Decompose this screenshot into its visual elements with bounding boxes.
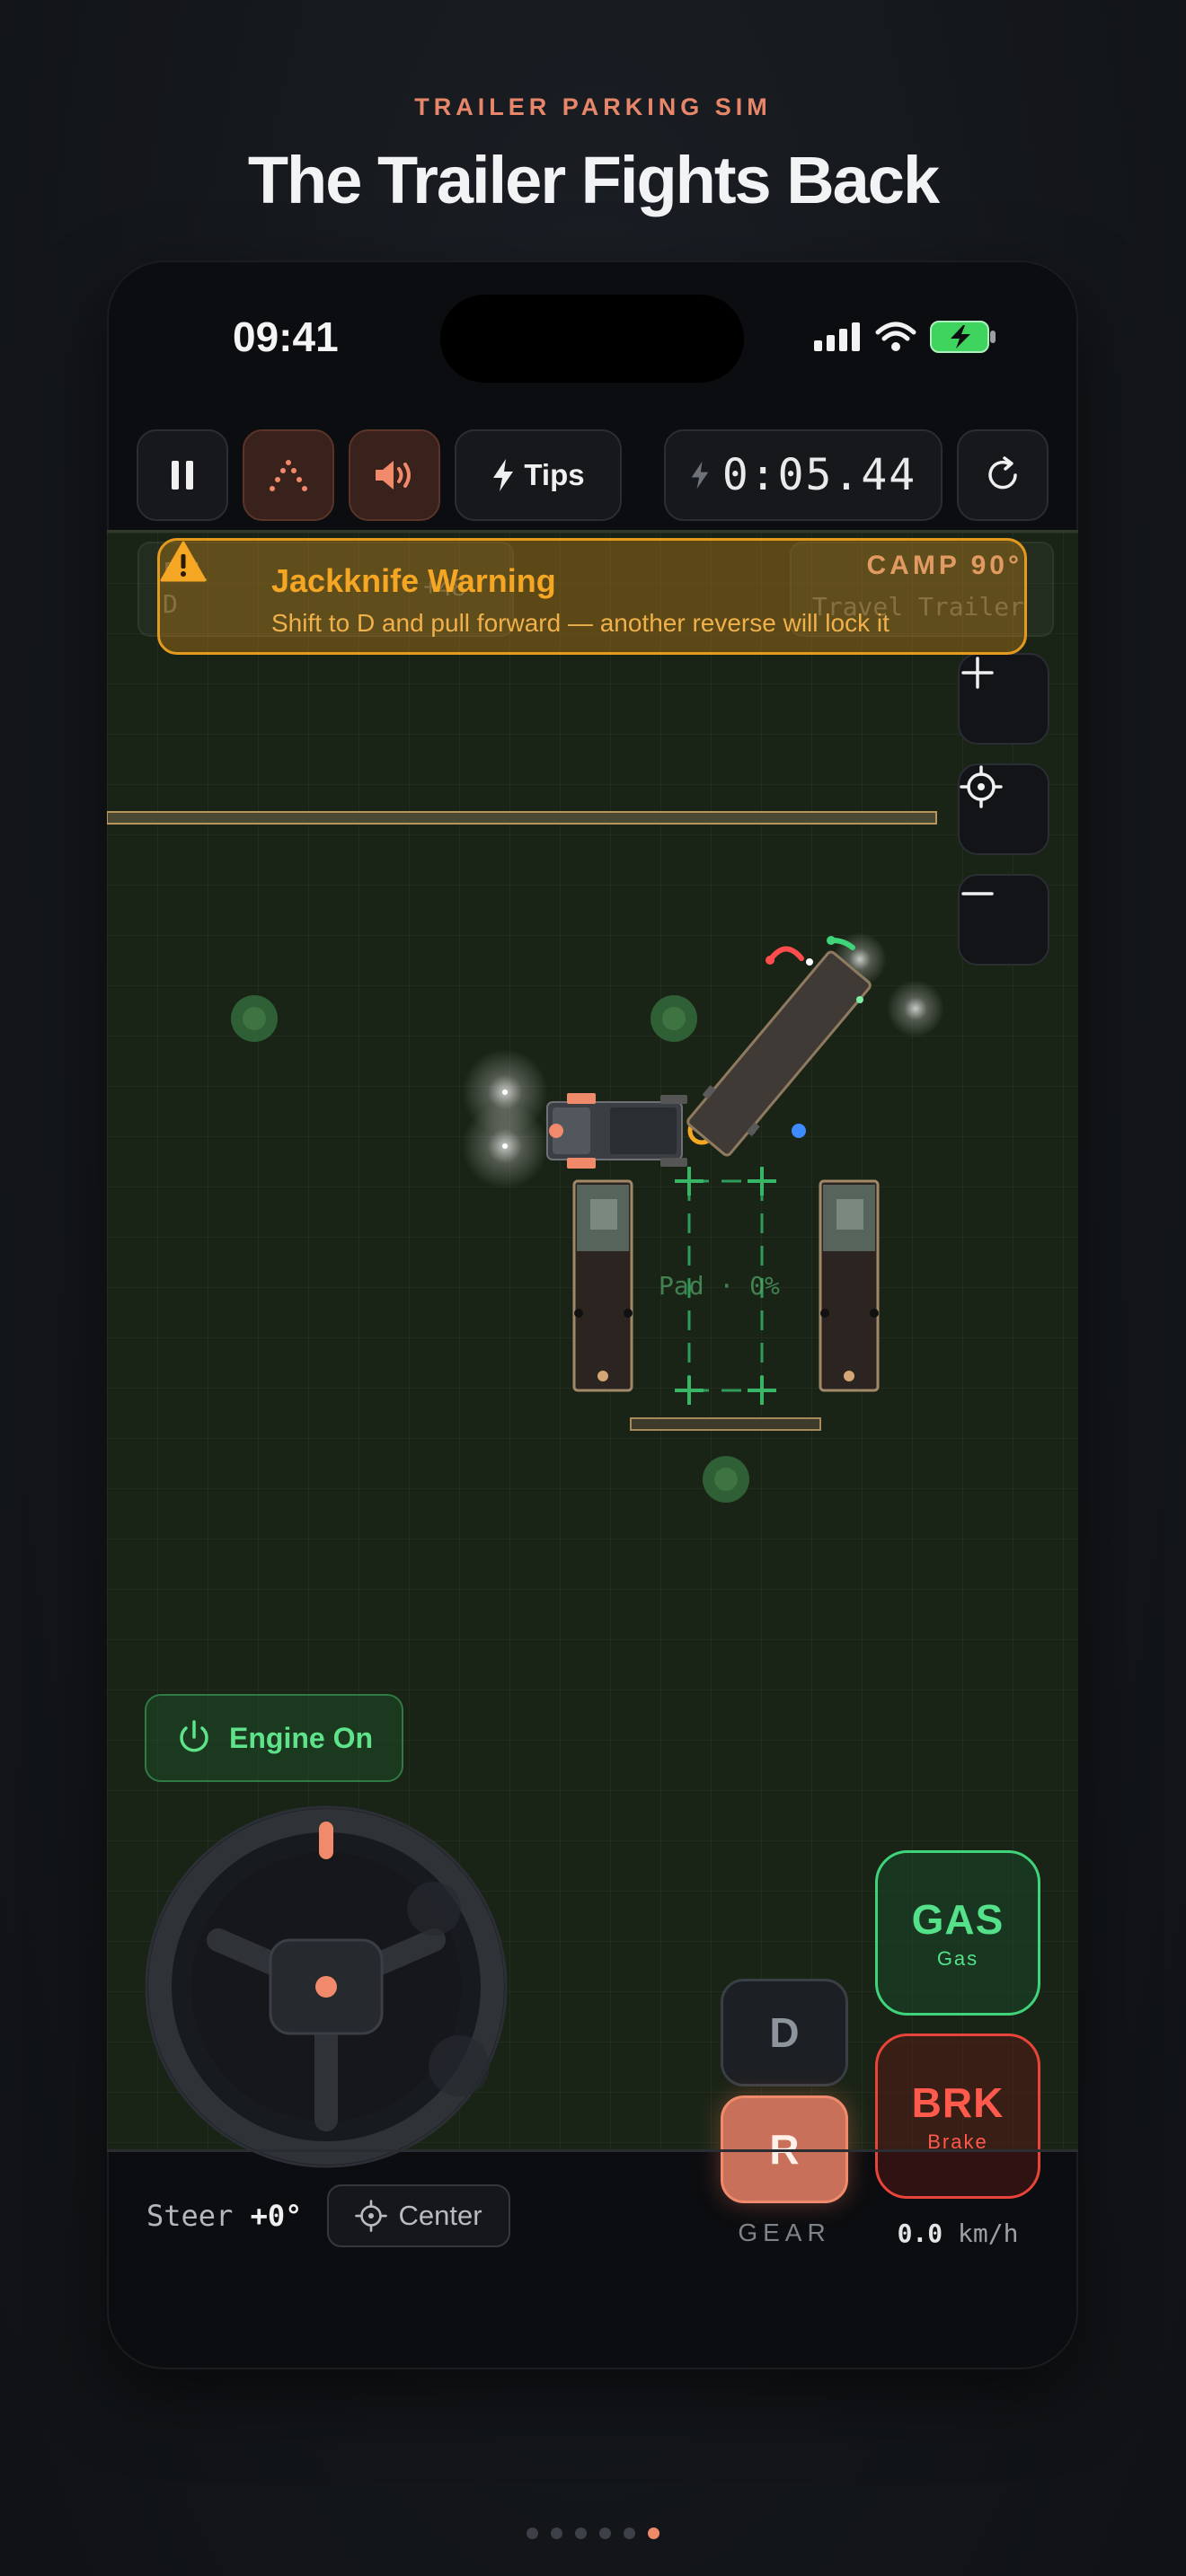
parked-trailer-right [819, 1179, 880, 1392]
crosshair-icon [960, 765, 1003, 808]
warning-title: Jackknife Warning [271, 562, 556, 599]
zoom-out-button[interactable] [958, 874, 1049, 966]
lightning-icon [691, 461, 709, 490]
steer-label: Steer [146, 2199, 234, 2233]
cones-toggle-button[interactable] [243, 429, 334, 521]
wifi-icon [875, 322, 916, 351]
pad-label: Pad · 0% [659, 1271, 780, 1301]
speed-unit: km/h [958, 2219, 1019, 2248]
gear-label: GEAR [738, 2219, 831, 2246]
gas-sublabel: Gas [936, 1947, 979, 1970]
steering-wheel-graphic [145, 1805, 508, 2168]
page-dot[interactable] [527, 2527, 538, 2539]
restart-icon [988, 456, 1017, 490]
recenter-button[interactable] [958, 763, 1049, 855]
wall-barrier [107, 811, 937, 825]
gas-pedal-button[interactable]: GAS Gas [875, 1850, 1040, 2016]
page-headline: The Trailer Fights Back [247, 143, 940, 217]
brake-label: BRK [911, 2079, 1005, 2126]
status-time: 09:41 [233, 313, 339, 360]
tips-button[interactable]: Tips [455, 429, 622, 521]
brake-pedal-button[interactable]: BRK Brake [875, 2033, 1040, 2199]
center-steering-button[interactable]: Center [327, 2184, 510, 2247]
minus-icon [961, 892, 994, 895]
gas-label: GAS [911, 1896, 1005, 1943]
crosshair-icon [355, 2200, 388, 2232]
warning-message: Shift to D and pull forward — another re… [271, 609, 890, 637]
signal-icon [814, 322, 860, 351]
controls-divider [107, 2149, 1078, 2152]
timer-value: 0:05.44 [721, 450, 917, 500]
page-dot[interactable] [599, 2527, 611, 2539]
cones-icon [270, 460, 307, 491]
phone-frame: 09:41 Tips 0:05.44 Pad · 0% D +48 Travel… [107, 260, 1078, 2369]
steer-readout: Steer +0° [146, 2199, 302, 2233]
timer-display: 0:05.44 [664, 429, 943, 521]
battery-charging-icon [930, 321, 996, 353]
curb [630, 1417, 821, 1431]
speed-value: 0.0 [897, 2219, 943, 2248]
pause-icon [172, 461, 193, 490]
page-dot[interactable] [575, 2527, 587, 2539]
power-icon [180, 1720, 208, 1752]
dynamic-island [440, 295, 744, 383]
engine-toggle-button[interactable]: Engine On [145, 1694, 403, 1782]
gear-d-button[interactable]: D [721, 1979, 848, 2086]
page-dot[interactable] [624, 2527, 635, 2539]
steering-wheel[interactable] [145, 1805, 509, 2169]
lightning-icon [493, 459, 514, 491]
page-indicator [0, 2527, 1186, 2539]
zoom-in-button[interactable] [958, 653, 1049, 745]
restart-button[interactable] [957, 429, 1049, 521]
speaker-icon [376, 461, 411, 490]
plus-icon [961, 657, 994, 689]
tips-label: Tips [524, 458, 585, 491]
steer-value: +0° [250, 2199, 303, 2233]
eyebrow-label: TRAILER PARKING SIM [414, 93, 772, 120]
pause-button[interactable] [137, 429, 228, 521]
center-label: Center [398, 2200, 482, 2231]
towed-trailer [686, 950, 872, 1157]
sound-toggle-button[interactable] [349, 429, 440, 521]
warning-icon [160, 541, 207, 582]
parked-trailer-left [572, 1179, 633, 1392]
camp-angle-readout: CAMP 90° [866, 551, 1022, 580]
speed-readout: 0.0 km/h [875, 2219, 1040, 2248]
page-dot-active[interactable] [648, 2527, 659, 2539]
status-icons [814, 320, 997, 354]
page-dot[interactable] [551, 2527, 562, 2539]
engine-label: Engine On [229, 1721, 373, 1754]
